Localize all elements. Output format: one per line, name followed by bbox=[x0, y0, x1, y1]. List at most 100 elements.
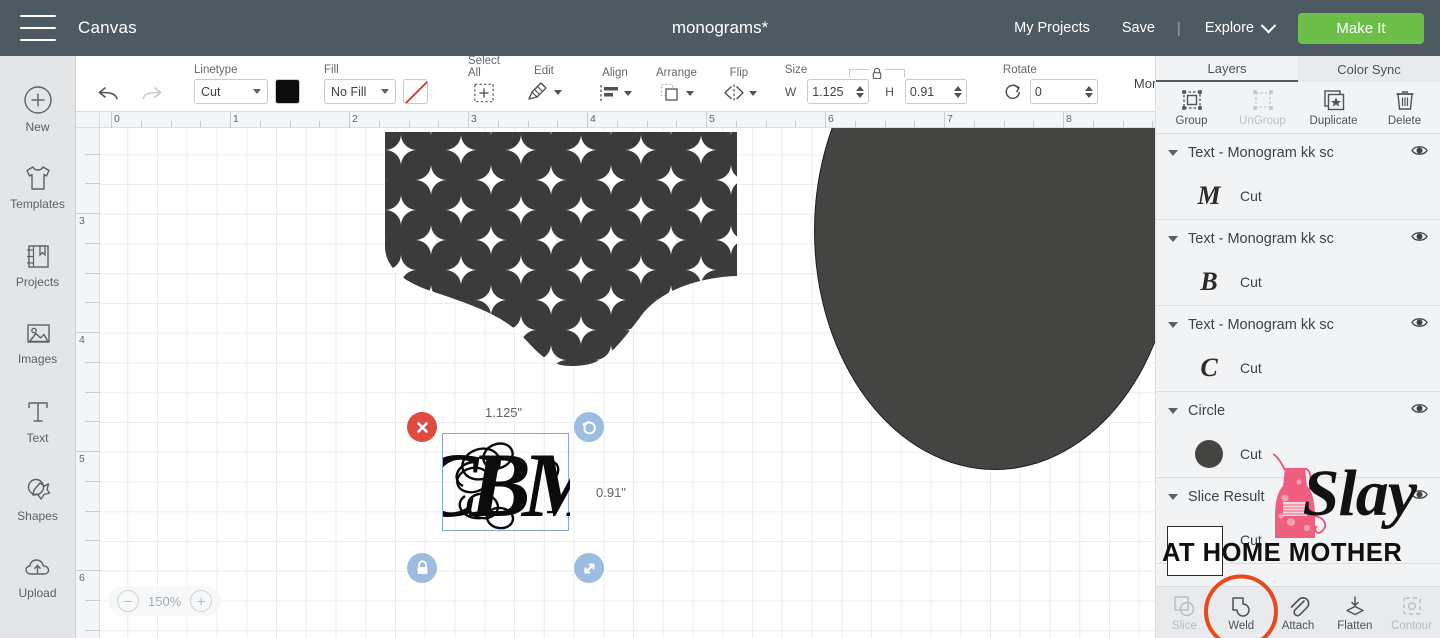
rail-label: Shapes bbox=[17, 508, 58, 523]
selection-bounding-box[interactable]: CBM bbox=[442, 433, 570, 532]
my-projects-link[interactable]: My Projects bbox=[998, 20, 1106, 36]
delete-button[interactable]: Delete bbox=[1369, 82, 1440, 133]
zoom-in-button[interactable]: + bbox=[190, 590, 213, 612]
tab-color-sync[interactable]: Color Sync bbox=[1298, 56, 1440, 82]
lattice-pattern-shape[interactable] bbox=[371, 126, 751, 376]
rail-item-templates[interactable]: Templates bbox=[0, 148, 76, 226]
arrange-group[interactable]: Arrange bbox=[632, 55, 697, 111]
attach-button[interactable]: Attach bbox=[1270, 594, 1327, 632]
width-stepper[interactable] bbox=[856, 85, 865, 98]
chevron-down-icon bbox=[1260, 17, 1277, 33]
weld-button[interactable]: Weld bbox=[1204, 574, 1279, 638]
tab-layers[interactable]: Layers bbox=[1156, 56, 1298, 82]
redo-arrow-icon[interactable] bbox=[138, 84, 164, 104]
ruler-tick-minor bbox=[259, 121, 261, 128]
hamburger-icon[interactable] bbox=[20, 15, 56, 41]
selection-lock-handle[interactable] bbox=[407, 553, 437, 583]
layer-item[interactable]: Text - Monogram kk sc M Cut bbox=[1156, 134, 1440, 220]
layer-expand-triangle[interactable] bbox=[1168, 322, 1178, 328]
undo-arrow-icon[interactable] bbox=[96, 84, 122, 104]
attach-paperclip-icon bbox=[1290, 596, 1310, 616]
rotate-input[interactable]: 0 bbox=[1029, 79, 1098, 104]
monogram-cbm-artwork[interactable]: CBM bbox=[443, 434, 570, 532]
rail-item-images[interactable]: Images bbox=[0, 304, 76, 382]
rail-item-new[interactable]: New bbox=[0, 70, 76, 148]
layer-header[interactable]: Slice Result bbox=[1156, 478, 1440, 516]
layer-visibility-toggle[interactable] bbox=[1411, 402, 1428, 420]
linetype-value: Cut bbox=[201, 84, 221, 99]
layer-expand-triangle[interactable] bbox=[1168, 494, 1178, 500]
layer-visibility-toggle[interactable] bbox=[1411, 230, 1428, 248]
layer-sublayer[interactable]: B Cut bbox=[1156, 258, 1440, 305]
layer-visibility-toggle[interactable] bbox=[1411, 488, 1428, 506]
fill-select[interactable]: No Fill bbox=[324, 79, 396, 104]
aspect-lock[interactable] bbox=[849, 55, 906, 111]
layer-visibility-toggle[interactable] bbox=[1411, 144, 1428, 162]
rail-item-upload[interactable]: Upload bbox=[0, 538, 76, 616]
edit-group[interactable]: Edit bbox=[500, 55, 562, 111]
rotate-stepper[interactable] bbox=[1084, 85, 1093, 98]
height-input[interactable]: 0.91 bbox=[904, 79, 967, 104]
layer-sublayer[interactable]: Cut bbox=[1156, 430, 1440, 477]
picture-icon bbox=[26, 323, 50, 343]
layer-visibility-toggle[interactable] bbox=[1411, 316, 1428, 334]
selection-rotate-handle[interactable] bbox=[574, 412, 604, 442]
explore-dropdown[interactable]: Explore bbox=[1187, 17, 1284, 36]
eye-icon bbox=[1411, 404, 1428, 413]
linetype-color-swatch[interactable] bbox=[275, 79, 300, 104]
align-icon bbox=[600, 85, 618, 101]
rotate-icon[interactable] bbox=[1003, 82, 1023, 102]
rail-item-shapes[interactable]: Shapes bbox=[0, 460, 76, 538]
rail-item-text[interactable]: Text bbox=[0, 382, 76, 460]
vertical-ruler[interactable]: 3 4 5 6 bbox=[76, 112, 100, 638]
layers-list[interactable]: Text - Monogram kk sc M Cut Text - Monogram… bbox=[1156, 134, 1440, 586]
layer-item[interactable]: Circle Cut bbox=[1156, 392, 1440, 478]
width-input[interactable]: 1.125 bbox=[807, 79, 870, 104]
layer-item[interactable]: Slice Result Cut bbox=[1156, 478, 1440, 564]
lock-icon bbox=[417, 560, 427, 574]
flatten-button[interactable]: Flatten bbox=[1326, 594, 1383, 632]
linetype-select[interactable]: Cut bbox=[194, 79, 268, 104]
layer-title: Slice Result bbox=[1188, 489, 1265, 505]
contour-button[interactable]: Contour bbox=[1383, 594, 1440, 632]
layer-sublayer[interactable]: Cut bbox=[1156, 516, 1440, 563]
save-button[interactable]: Save bbox=[1106, 20, 1171, 36]
layer-item[interactable]: Text - Monogram kk sc C Cut bbox=[1156, 306, 1440, 392]
layer-thumbnail bbox=[1192, 523, 1226, 557]
selection-resize-handle[interactable] bbox=[574, 553, 604, 583]
ruler-tick-major bbox=[230, 112, 231, 128]
layer-sublayer[interactable]: M Cut bbox=[1156, 172, 1440, 219]
header-separator: | bbox=[1176, 19, 1181, 37]
rail-item-projects[interactable]: Projects bbox=[0, 226, 76, 304]
layer-expand-triangle[interactable] bbox=[1168, 408, 1178, 414]
align-group[interactable]: Align bbox=[580, 55, 632, 111]
layer-expand-triangle[interactable] bbox=[1168, 150, 1178, 156]
design-canvas[interactable]: 1.125" 0.91" CBM bbox=[76, 112, 1155, 638]
flip-group[interactable]: Flip bbox=[697, 55, 757, 111]
layer-header[interactable]: Text - Monogram kk sc bbox=[1156, 306, 1440, 344]
layer-title: Text - Monogram kk sc bbox=[1188, 231, 1334, 247]
layer-item[interactable]: Text - Monogram kk sc B Cut bbox=[1156, 220, 1440, 306]
height-stepper[interactable] bbox=[953, 85, 962, 98]
layer-sublayer[interactable]: C Cut bbox=[1156, 344, 1440, 391]
selection-delete-handle[interactable] bbox=[407, 412, 437, 442]
make-it-button[interactable]: Make It bbox=[1298, 12, 1424, 44]
duplicate-button[interactable]: Duplicate bbox=[1298, 82, 1369, 133]
layer-header[interactable]: Circle bbox=[1156, 392, 1440, 430]
ungroup-button[interactable]: UnGroup bbox=[1227, 82, 1298, 133]
action-label: Group bbox=[1175, 115, 1208, 127]
layer-expand-triangle[interactable] bbox=[1168, 236, 1178, 242]
slice-button[interactable]: Slice bbox=[1156, 594, 1213, 632]
select-all-group[interactable]: Select All bbox=[450, 55, 500, 111]
rail-label: Templates bbox=[10, 196, 65, 211]
no-fill-slash-icon[interactable] bbox=[403, 79, 428, 104]
layer-header[interactable]: Text - Monogram kk sc bbox=[1156, 134, 1440, 172]
app-header: Canvas monograms* My Projects Save | Exp… bbox=[0, 0, 1440, 56]
horizontal-ruler[interactable]: 0 1 2 3 4 5 6 7 8 bbox=[76, 112, 1155, 128]
group-button[interactable]: Group bbox=[1156, 82, 1227, 133]
zoom-out-button[interactable]: − bbox=[117, 590, 139, 612]
ruler-tick-label: 0 bbox=[114, 113, 120, 125]
layer-header[interactable]: Text - Monogram kk sc bbox=[1156, 220, 1440, 258]
layer-operation: Cut bbox=[1240, 445, 1262, 462]
edit-caption: Edit bbox=[534, 65, 554, 77]
